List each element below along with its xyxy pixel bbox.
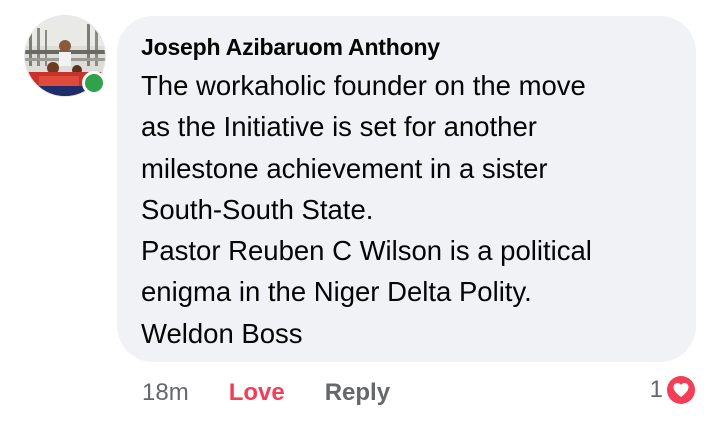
comment-timestamp[interactable]: 18m	[142, 379, 189, 407]
reaction-summary[interactable]: 1	[650, 374, 697, 406]
heart-icon	[665, 374, 697, 406]
comment-text: The workaholic founder on the move as th…	[141, 65, 672, 354]
comment-line: milestone achievement in a sister	[141, 152, 548, 184]
comment-line: Pastor Reuben C Wilson is a political	[141, 235, 592, 267]
love-button[interactable]: Love	[229, 379, 285, 407]
comment-line: The workaholic founder on the move	[141, 70, 586, 101]
reaction-count: 1	[649, 376, 663, 403]
online-status-dot	[82, 71, 106, 95]
comment-author[interactable]: Joseph Azibaruom Anthony	[141, 33, 672, 61]
comment-line: as the Initiative is set for another	[141, 111, 537, 143]
comment-line: Weldon Boss	[141, 317, 303, 349]
comment-bubble[interactable]: Joseph Azibaruom Anthony The workaholic …	[117, 16, 696, 362]
comment-actions: 18m Love Reply	[142, 377, 390, 409]
comment-line: enigma in the Niger Delta Polity.	[141, 276, 532, 308]
comment-line: South-South State.	[141, 193, 374, 225]
reply-button[interactable]: Reply	[325, 379, 390, 407]
avatar-container[interactable]	[24, 15, 106, 97]
